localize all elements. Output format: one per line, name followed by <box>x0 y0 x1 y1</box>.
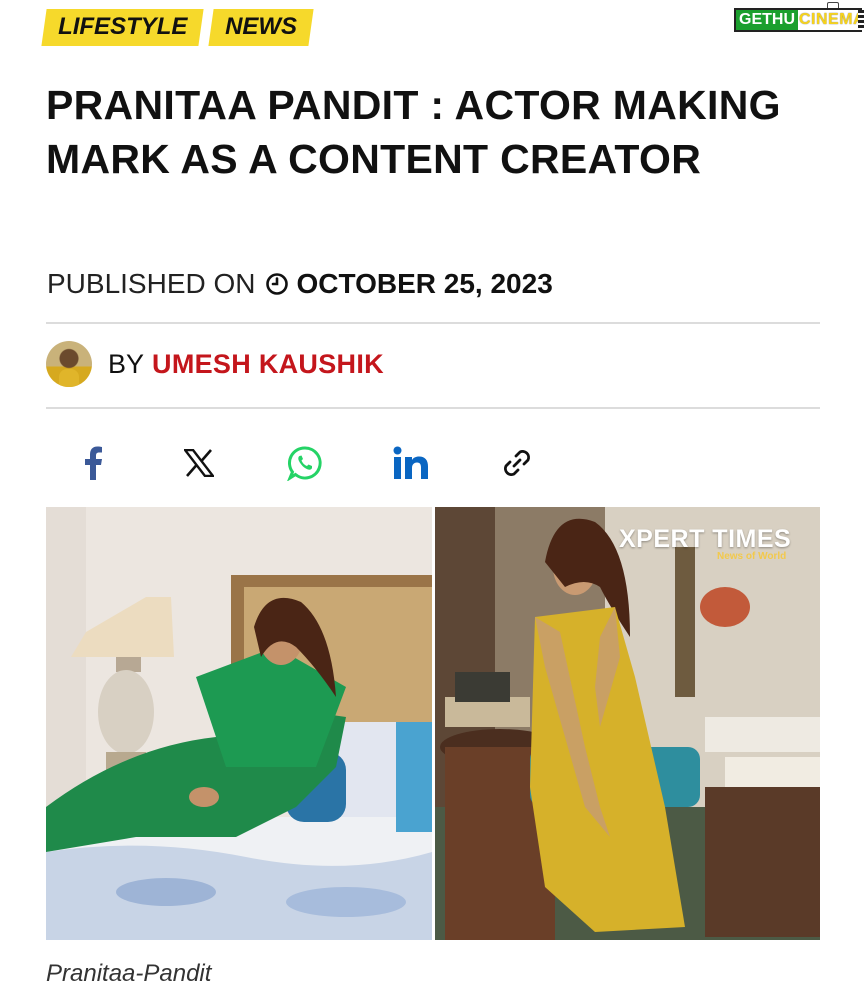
photo-illustration-left <box>46 507 432 940</box>
x-share-button[interactable] <box>176 440 222 486</box>
photo-green-dress <box>46 507 432 940</box>
linkedin-icon <box>393 446 428 479</box>
magazine-title: XPERT TIMES <box>619 525 792 553</box>
article-page: LIFESTYLE NEWS GETHU CINEMA PRANITAA PAN… <box>0 0 866 999</box>
linkedin-share-button[interactable] <box>388 440 434 486</box>
facebook-icon <box>85 446 102 480</box>
clock-icon <box>265 273 288 295</box>
whatsapp-icon <box>287 446 322 481</box>
logo-part1: GETHU <box>736 10 798 30</box>
divider <box>46 322 820 324</box>
copy-link-button[interactable] <box>494 440 540 486</box>
logo-part2: CINEMA <box>799 11 866 28</box>
gethu-cinema-logo: GETHU CINEMA <box>734 2 866 36</box>
category-tags: LIFESTYLE NEWS <box>41 9 314 46</box>
photo-yellow-dress: XPERT TIMES News of World <box>435 507 820 940</box>
by-label: BY <box>108 348 145 379</box>
published-date: OCTOBER 25, 2023 <box>296 268 553 299</box>
film-strip-icon <box>858 10 864 30</box>
photo-illustration-right <box>435 507 820 940</box>
featured-image[interactable]: XPERT TIMES News of World <box>46 507 820 940</box>
article-headline: PRANITAA PANDIT : ACTOR MAKING MARK AS A… <box>46 82 781 182</box>
facebook-share-button[interactable] <box>70 440 116 486</box>
x-icon <box>184 449 214 477</box>
share-bar <box>70 440 600 486</box>
image-caption: Pranitaa-Pandit <box>46 960 212 987</box>
link-icon <box>504 450 530 476</box>
published-label: PUBLISHED ON <box>47 268 256 299</box>
tag-lifestyle[interactable]: LIFESTYLE <box>41 9 204 46</box>
author-row: BY UMESH KAUSHIK <box>46 341 384 387</box>
tag-news[interactable]: NEWS <box>208 9 314 46</box>
whatsapp-share-button[interactable] <box>282 440 328 486</box>
divider <box>46 407 820 409</box>
magazine-subtitle: News of World <box>717 551 787 562</box>
published-line: PUBLISHED ON OCTOBER 25, 2023 <box>47 266 553 302</box>
avatar[interactable] <box>46 341 92 387</box>
author-link[interactable]: UMESH KAUSHIK <box>152 349 384 380</box>
